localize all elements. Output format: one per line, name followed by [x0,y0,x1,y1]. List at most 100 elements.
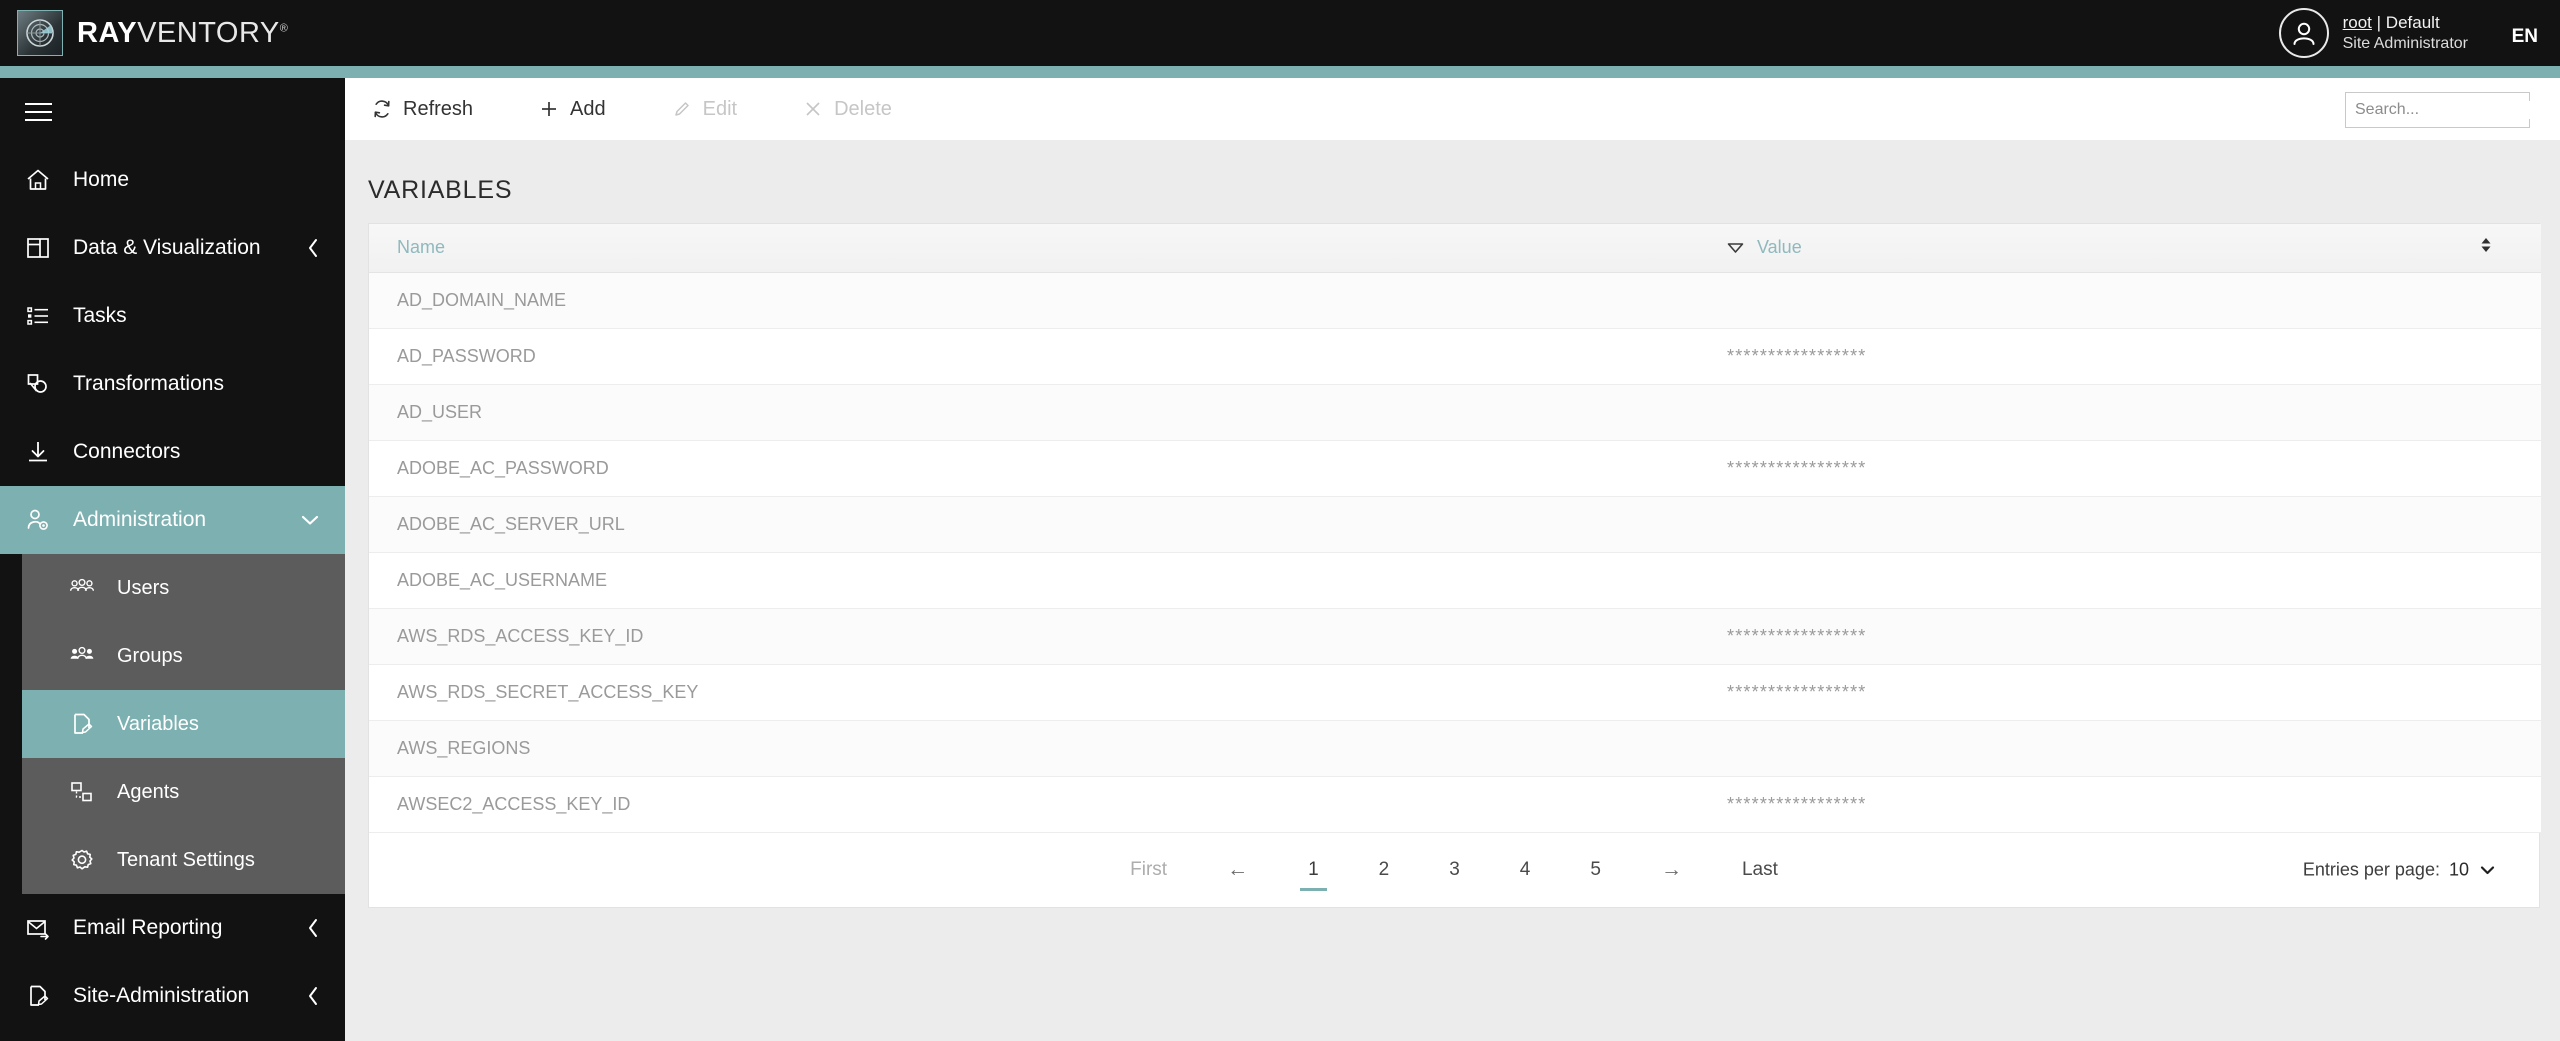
delete-label: Delete [834,97,892,120]
search-input[interactable] [2355,101,2560,119]
sidebar-item-label: Transformations [73,372,224,395]
cell-value [1699,384,2449,441]
variable-doc-icon [25,983,59,1009]
user-separator: | [2376,12,2382,32]
dashboard-icon [25,235,59,261]
cell-value: ***************** [1699,608,2449,665]
sidebar-item-label: Agents [117,780,180,803]
table-row[interactable]: AWS_RDS_ACCESS_KEY_ID ***************** [369,608,2541,665]
sidebar-item-groups[interactable]: Groups [22,622,345,690]
radar-icon [17,10,63,56]
table-row[interactable]: AD_USER [369,384,2541,441]
table-row[interactable]: AWS_RDS_SECRET_ACCESS_KEY **************… [369,664,2541,721]
pagination-page-4[interactable]: 4 [1512,855,1539,885]
sidebar-item-transformations[interactable]: Transformations [0,350,345,418]
chevron-down-icon[interactable] [2478,863,2497,876]
logo-bold-text: RAY [77,16,138,49]
delete-button[interactable]: Delete [803,98,892,121]
download-icon [25,439,59,465]
sidebar-item-site-administration[interactable]: Site-Administration [0,962,345,1030]
sidebar-item-label: Tasks [73,304,127,327]
refresh-button[interactable]: Refresh [372,98,473,121]
pagination-page-5[interactable]: 5 [1582,855,1609,885]
sort-descending-caret-icon[interactable] [1727,242,1744,254]
logo-light-text: VENTORY [137,16,280,49]
chevron-down-icon[interactable] [299,513,321,528]
cell-options [2449,720,2541,777]
sidebar-item-home[interactable]: Home [0,146,345,214]
table-row[interactable]: AD_PASSWORD ***************** [369,328,2541,385]
page-title: VARIABLES [368,176,513,204]
logo-wordmark: RAYVENTORY® [77,17,288,50]
table-head: Name Value [369,224,2541,273]
table-row[interactable]: AD_DOMAIN_NAME [369,272,2541,329]
user-role: Site Administrator [2342,34,2468,52]
entries-per-page[interactable]: Entries per page: 10 [2303,859,2497,880]
sidebar-item-administration[interactable]: Administration [0,486,345,554]
users-icon [69,576,103,600]
cell-value [1699,552,2449,609]
table-row[interactable]: ADOBE_AC_SERVER_URL [369,496,2541,553]
pagination-first[interactable]: First [1122,855,1175,885]
user-name-line: root | Default [2343,12,2468,34]
cell-options [2449,552,2541,609]
table-body: AD_DOMAIN_NAME AD_PASSWORD *************… [369,272,2541,833]
chevron-left-icon[interactable] [306,985,321,1007]
plus-icon [539,99,559,119]
cell-value: ***************** [1699,776,2449,833]
cell-value: ***************** [1699,440,2449,497]
sidebar-toggle-button[interactable] [0,78,345,146]
sidebar-item-variables[interactable]: Variables [22,690,345,758]
pagination-page-2[interactable]: 2 [1371,855,1398,885]
sidebar-item-label: Home [73,168,130,191]
sidebar-item-tenant-settings[interactable]: Tenant Settings [22,826,345,894]
cell-name: ADOBE_AC_PASSWORD [369,440,1699,497]
pagination-last[interactable]: Last [1734,855,1786,885]
sidebar-item-connectors[interactable]: Connectors [0,418,345,486]
arrow-left-icon[interactable]: ← [1219,854,1256,886]
cell-options [2449,496,2541,553]
column-header-value[interactable]: Value [1699,224,2449,273]
app-logo[interactable]: RAYVENTORY® [17,10,288,56]
sidebar-item-label: Variables [117,712,199,735]
user-name-link[interactable]: root [2343,13,2372,32]
table-row[interactable]: AWS_REGIONS [369,720,2541,777]
pagination-page-3[interactable]: 3 [1441,855,1468,885]
cell-name: AWS_RDS_SECRET_ACCESS_KEY [369,664,1699,721]
avatar [2278,8,2329,58]
cell-name: AD_USER [369,384,1699,441]
sidebar-item-label: Email Reporting [73,916,223,939]
cell-name: ADOBE_AC_SERVER_URL [369,496,1699,553]
add-button[interactable]: Add [539,98,606,121]
column-header-name[interactable]: Name [369,224,1699,273]
sidebar-item-email-reporting[interactable]: Email Reporting [0,894,345,962]
cell-name: AD_DOMAIN_NAME [369,272,1699,329]
sidebar-item-tasks[interactable]: Tasks [0,282,345,350]
cell-value: ***************** [1699,328,2449,385]
edit-label: Edit [702,97,738,120]
table-row[interactable]: ADOBE_AC_USERNAME [369,552,2541,609]
sidebar-item-data-visualization[interactable]: Data & Visualization [0,214,345,282]
table-row[interactable]: ADOBE_AC_PASSWORD ***************** [369,440,2541,497]
edit-button[interactable]: Edit [672,98,737,121]
sidebar-item-label: Site-Administration [73,984,250,1007]
variable-doc-icon [69,711,103,737]
pagination-page-1[interactable]: 1 [1300,855,1327,891]
sidebar-item-label: Groups [117,644,183,667]
hamburger-icon [25,97,52,127]
refresh-icon [372,99,392,119]
close-icon [803,99,823,119]
search-box[interactable] [2345,92,2560,128]
arrow-right-icon[interactable]: → [1653,854,1690,886]
column-options-header[interactable] [2449,224,2541,273]
chevron-left-icon[interactable] [306,237,321,259]
user-gear-icon [25,507,59,533]
sort-updown-icon[interactable] [2477,238,2495,259]
language-selector[interactable]: EN [2512,26,2538,48]
sidebar-item-users[interactable]: Users [22,554,345,622]
table-row[interactable]: AWSEC2_ACCESS_KEY_ID ***************** [369,776,2541,833]
sidebar-item-agents[interactable]: Agents [22,758,345,826]
user-account-area[interactable]: root | Default Site Administrator [2278,8,2468,58]
chevron-left-icon[interactable] [306,917,321,939]
groups-icon [69,644,103,668]
